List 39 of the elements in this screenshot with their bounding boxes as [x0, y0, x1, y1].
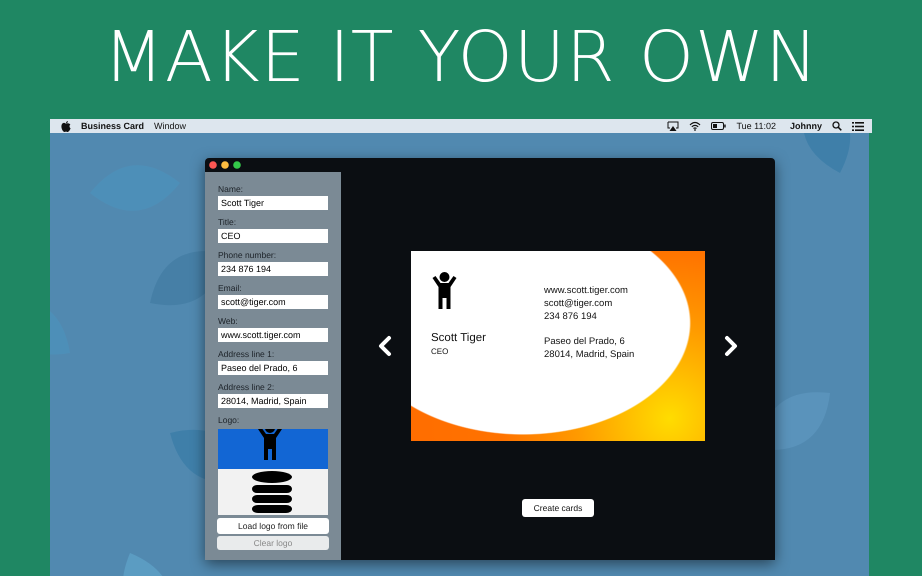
input-field[interactable]: scott@tiger.com — [218, 295, 328, 309]
wifi-icon[interactable] — [689, 121, 702, 131]
input-field[interactable]: 234 876 194 — [218, 262, 328, 276]
input-field[interactable]: CEO — [218, 229, 328, 243]
field-label: Title: — [218, 217, 238, 227]
person-icon — [431, 272, 458, 310]
airplay-icon[interactable] — [667, 121, 680, 131]
app-menu[interactable]: Business Card — [81, 121, 144, 131]
card-address-line: 28014, Madrid, Spain — [544, 348, 634, 361]
battery-icon[interactable] — [711, 122, 726, 130]
field-label: Logo: — [218, 415, 240, 425]
field-label: Phone number: — [218, 250, 278, 260]
create-cards-button[interactable]: Create cards — [522, 499, 594, 517]
input-field[interactable]: Scott Tiger — [218, 196, 328, 210]
close-icon[interactable] — [209, 161, 217, 169]
card-title: CEO — [431, 347, 450, 356]
input-field[interactable]: Paseo del Prado, 6 — [218, 361, 328, 375]
input-field[interactable]: 28014, Madrid, Spain — [218, 394, 328, 408]
card-name: Scott Tiger — [431, 332, 487, 344]
card-contact-line: www.scott.tiger.com — [544, 284, 629, 297]
field-label: Address line 2: — [218, 382, 276, 392]
field-label: Web: — [218, 316, 239, 326]
card-address-line: Paseo del Prado, 6 — [544, 335, 626, 348]
load-logo-button[interactable]: Load logo from file — [217, 518, 329, 534]
card-contact-line: 234 876 194 — [544, 310, 598, 323]
card-contact-line: scott@tiger.com — [544, 297, 614, 310]
field-label: Email: — [218, 283, 243, 293]
field-label: Name: — [218, 184, 244, 194]
field-label: Address line 1: — [218, 349, 276, 359]
menu-item[interactable]: Window — [154, 121, 186, 131]
headline: MAKE IT YOUR OWN — [103, 16, 819, 98]
list-icon[interactable] — [852, 122, 864, 130]
minimize-icon[interactable] — [221, 161, 229, 169]
menu-bar-clock[interactable]: Tue 11:02 — [736, 121, 776, 131]
input-field[interactable]: www.scott.tiger.com — [218, 328, 328, 342]
apple-icon[interactable] — [61, 120, 71, 132]
search-icon[interactable] — [832, 121, 842, 131]
zoom-icon[interactable] — [233, 161, 241, 169]
user-menu[interactable]: Johnny — [790, 121, 822, 131]
